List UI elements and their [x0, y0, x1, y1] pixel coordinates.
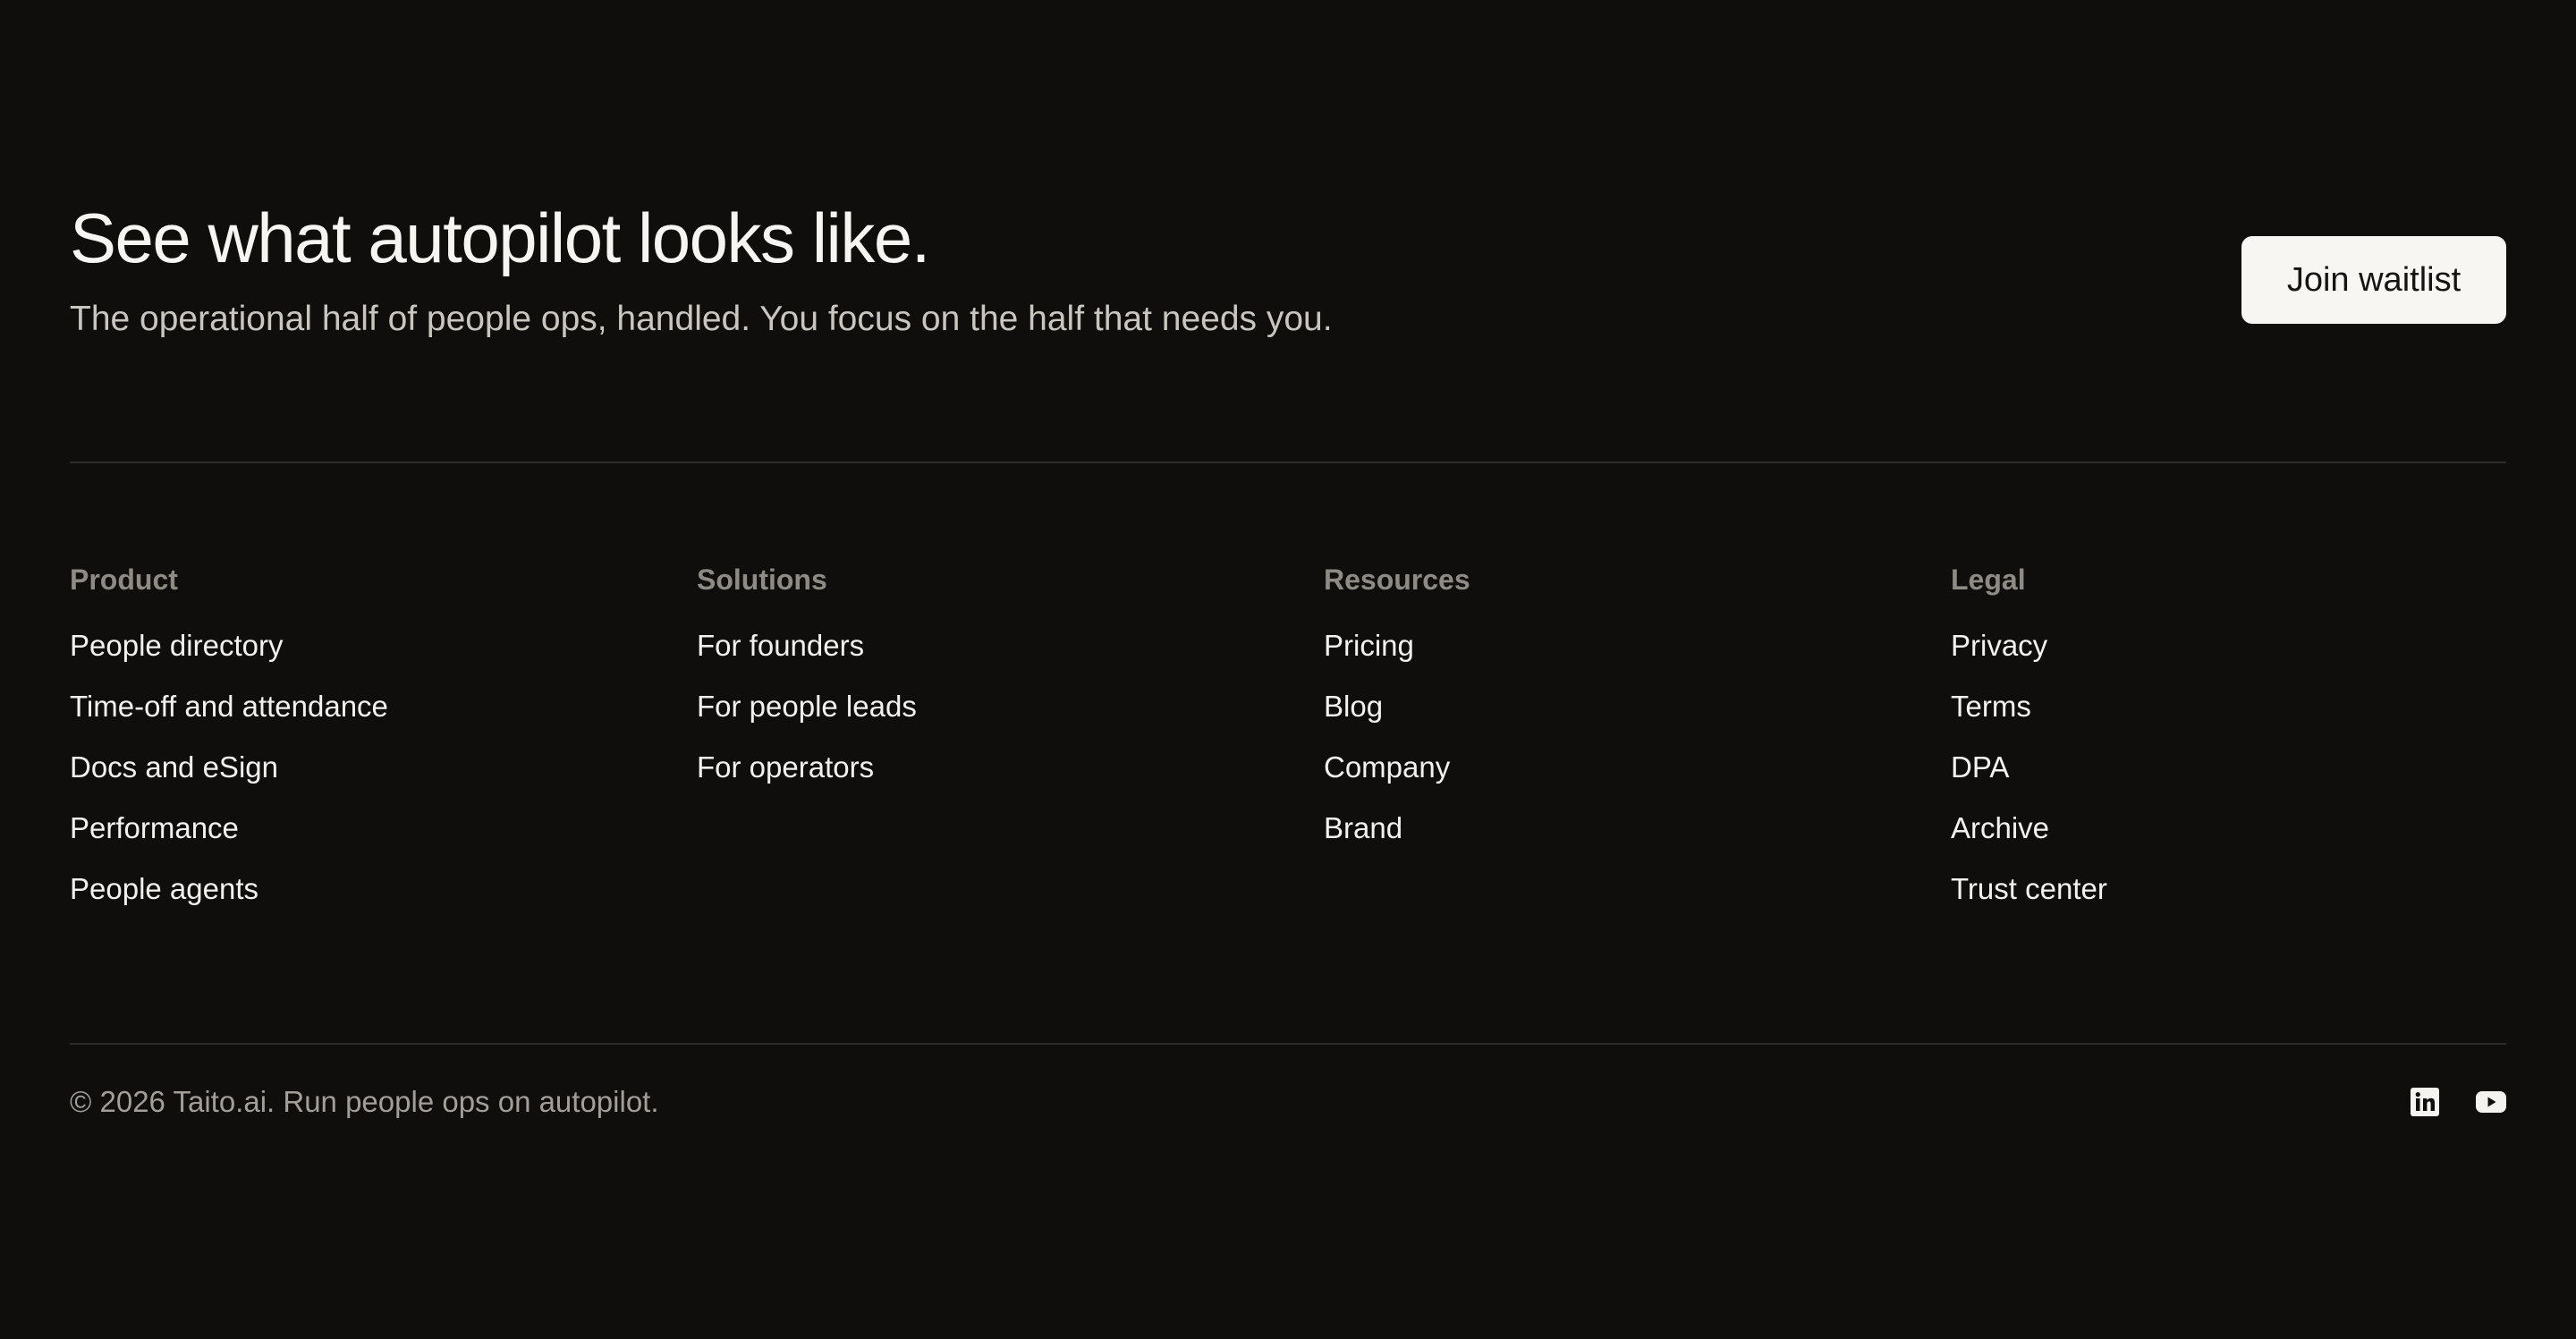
list-item: Trust center [1951, 871, 2506, 907]
list-item: DPA [1951, 750, 2506, 785]
footer-column-product: Product People directory Time-off and at… [70, 562, 697, 932]
column-heading: Product [70, 564, 178, 596]
column-heading: Resources [1324, 564, 1470, 596]
footer-link-dpa[interactable]: DPA [1951, 750, 2009, 784]
link-list: Privacy Terms DPA Archive Trust center [1951, 628, 2506, 907]
linkedin-icon [2411, 1088, 2439, 1116]
list-item: Privacy [1951, 628, 2506, 664]
footer-link-performance[interactable]: Performance [70, 811, 239, 844]
footer-link-people-directory[interactable]: People directory [70, 629, 283, 662]
join-waitlist-button[interactable]: Join waitlist [2241, 236, 2506, 324]
footer-column-legal: Legal Privacy Terms DPA Archive Trust ce… [1951, 562, 2506, 932]
youtube-icon [2476, 1091, 2506, 1113]
list-item: Terms [1951, 689, 2506, 725]
footer-link-time-off[interactable]: Time-off and attendance [70, 690, 388, 723]
column-heading: Solutions [697, 564, 827, 596]
footer-link-founders[interactable]: For founders [697, 629, 864, 662]
list-item: People agents [70, 871, 697, 907]
list-item: Blog [1324, 689, 1951, 725]
footer-link-docs-esign[interactable]: Docs and eSign [70, 750, 278, 784]
divider-bottom [70, 1043, 2506, 1045]
footer-column-solutions: Solutions For founders For people leads … [697, 562, 1324, 932]
list-item: Archive [1951, 810, 2506, 846]
footer-link-trust-center[interactable]: Trust center [1951, 872, 2107, 905]
footer-link-privacy[interactable]: Privacy [1951, 629, 2047, 662]
footer-link-operators[interactable]: For operators [697, 750, 874, 784]
footer-link-people-agents[interactable]: People agents [70, 872, 258, 905]
cta-section: See what autopilot looks like. The opera… [70, 199, 2506, 369]
footer-link-people-leads[interactable]: For people leads [697, 690, 917, 723]
footer-column-resources: Resources Pricing Blog Company Brand [1324, 562, 1951, 932]
copyright-text: © 2026 Taito.ai. Run people ops on autop… [70, 1085, 659, 1118]
list-item: For people leads [697, 689, 1324, 725]
footer-bottom-bar: © 2026 Taito.ai. Run people ops on autop… [70, 1079, 2506, 1125]
list-item: Time-off and attendance [70, 689, 697, 725]
footer-link-company[interactable]: Company [1324, 750, 1450, 784]
linkedin-link[interactable] [2410, 1087, 2440, 1117]
footer-page: See what autopilot looks like. The opera… [0, 0, 2576, 1339]
link-list: For founders For people leads For operat… [697, 628, 1324, 785]
footer-nav: Product People directory Time-off and at… [70, 562, 2506, 932]
list-item: Pricing [1324, 628, 1951, 664]
list-item: Company [1324, 750, 1951, 785]
social-links [2410, 1087, 2506, 1117]
list-item: People directory [70, 628, 697, 664]
list-item: Brand [1324, 810, 1951, 846]
youtube-link[interactable] [2476, 1087, 2506, 1117]
cta-subtitle: The operational half of people ops, hand… [70, 300, 1333, 338]
list-item: For operators [697, 750, 1324, 785]
footer-link-brand[interactable]: Brand [1324, 811, 1402, 844]
column-heading: Legal [1951, 564, 2026, 596]
footer-link-pricing[interactable]: Pricing [1324, 629, 1414, 662]
cta-title: See what autopilot looks like. [70, 199, 930, 277]
list-item: Performance [70, 810, 697, 846]
footer-link-terms[interactable]: Terms [1951, 690, 2031, 723]
footer-link-archive[interactable]: Archive [1951, 811, 2049, 844]
list-item: Docs and eSign [70, 750, 697, 785]
link-list: Pricing Blog Company Brand [1324, 628, 1951, 846]
list-item: For founders [697, 628, 1324, 664]
footer-link-blog[interactable]: Blog [1324, 690, 1383, 723]
link-list: People directory Time-off and attendance… [70, 628, 697, 907]
divider-top [70, 462, 2506, 463]
